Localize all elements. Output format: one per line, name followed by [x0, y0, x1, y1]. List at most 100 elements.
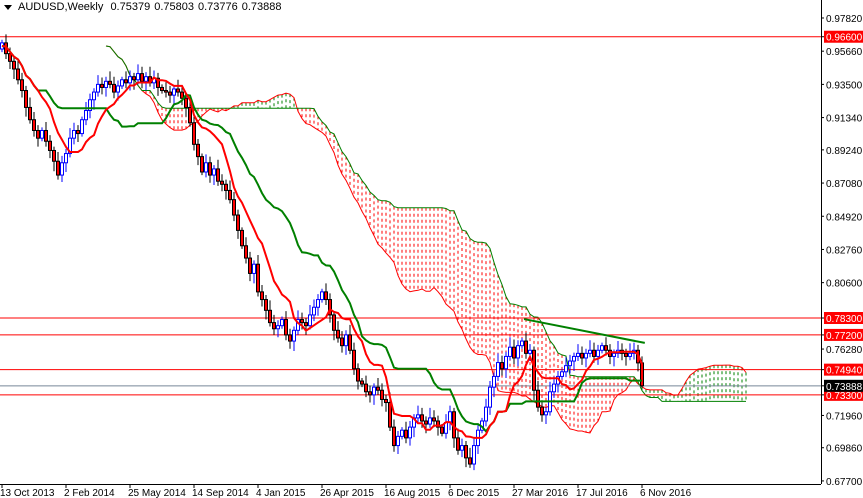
candle-body — [252, 263, 256, 274]
price-label-text: 0.76280 — [826, 345, 863, 356]
bear-candle — [36, 125, 40, 147]
bull-candle — [400, 427, 404, 440]
candle-body — [164, 90, 168, 93]
candle-body — [176, 88, 180, 93]
candle-body — [500, 362, 504, 370]
candle-body — [184, 97, 188, 108]
bear-candle — [332, 311, 336, 341]
collapse-triangle-icon[interactable] — [4, 4, 12, 10]
bear-candle — [380, 383, 384, 407]
bull-candle — [104, 76, 108, 97]
bull-candle — [64, 148, 68, 172]
time-axis-label: 4 Jan 2015 — [256, 488, 306, 498]
candle-body — [140, 73, 144, 82]
price-label-text: 0.95660 — [826, 47, 863, 58]
time-axis-label: 26 Apr 2015 — [320, 488, 374, 498]
kijun-sen-line — [1, 45, 642, 434]
bull-candle — [428, 407, 432, 428]
candle-body — [344, 334, 348, 347]
candle-body — [300, 319, 304, 324]
candle-body — [12, 60, 16, 70]
bear-candle — [532, 346, 536, 401]
bull-candle — [596, 344, 600, 365]
candle-body — [40, 129, 44, 139]
bull-candle — [448, 405, 452, 431]
bear-candle — [200, 153, 204, 176]
bear-candle — [500, 355, 504, 376]
candle-body — [32, 119, 36, 131]
candle-body — [540, 406, 544, 416]
bear-candle — [384, 394, 388, 412]
price-chart[interactable]: 0.97820 0.95660 0.93500 0.91340 0.89240 0.870… — [0, 0, 863, 498]
bear-candle — [168, 85, 172, 103]
candle-body — [52, 149, 56, 162]
candle-body — [36, 129, 40, 139]
candle-body — [376, 386, 380, 391]
bull-candle — [212, 165, 216, 186]
candle-body — [200, 156, 204, 173]
bear-candle — [208, 156, 212, 183]
candle-body — [312, 306, 316, 316]
bull-candle — [572, 352, 576, 372]
candle-body — [240, 229, 244, 247]
bull-candle — [460, 438, 464, 458]
candle-body — [116, 85, 120, 93]
candle-body — [316, 299, 320, 308]
bear-candle — [164, 82, 168, 98]
bull-candle — [88, 93, 92, 119]
candle-body — [248, 257, 252, 274]
candle-body — [580, 352, 584, 359]
candle-body — [440, 426, 444, 434]
candle-body — [524, 340, 528, 354]
price-axis-label: 0.97820 — [821, 14, 863, 25]
candle-body — [432, 417, 436, 422]
candle-body — [416, 414, 420, 419]
bear-candle — [52, 146, 56, 172]
bear-candle — [32, 112, 36, 137]
candle-body — [460, 445, 464, 451]
bear-candle — [44, 122, 48, 147]
bear-candle — [156, 72, 160, 96]
candle-body — [464, 445, 468, 459]
candle-body — [276, 325, 280, 330]
candle-body — [288, 334, 292, 342]
candle-body — [564, 365, 568, 373]
candle-body — [84, 110, 88, 121]
candle-body — [208, 162, 212, 176]
bull-candle — [252, 260, 256, 284]
bear-candle — [404, 421, 408, 444]
bear-candle — [608, 344, 612, 365]
candle-body — [392, 426, 396, 447]
price-label-text: 0.80600 — [826, 279, 863, 290]
candle-body — [560, 371, 564, 377]
candle-body — [292, 329, 296, 342]
candle-body — [128, 76, 132, 84]
bear-candle — [376, 377, 380, 395]
price-axis-label: 0.84920 — [821, 212, 863, 223]
bear-candle — [364, 375, 368, 398]
candle-body — [136, 73, 140, 81]
bull-candle — [84, 102, 88, 126]
price-axis-label: 0.71960 — [821, 411, 863, 422]
bear-candle — [524, 332, 528, 359]
bear-candle — [140, 66, 144, 89]
price-axis-label: 0.87080 — [821, 179, 863, 190]
candle-body — [512, 346, 516, 359]
candle-body — [108, 80, 112, 85]
bull-candle — [576, 344, 580, 362]
candle-body — [144, 76, 148, 82]
bear-candle — [304, 318, 308, 335]
bear-candle — [12, 57, 16, 80]
price-axis-label: 0.67700 — [821, 477, 863, 488]
price-axis-label: 0.82760 — [821, 245, 863, 256]
candle-body — [20, 79, 24, 92]
bear-candle — [48, 135, 52, 159]
candle-body — [260, 291, 264, 301]
bull-candle — [396, 430, 400, 455]
price-axis-label: 0.69860 — [821, 444, 863, 455]
candle-body — [212, 168, 216, 176]
candle-body — [588, 349, 592, 354]
candle-body — [424, 420, 428, 425]
candle-body — [284, 319, 288, 336]
bear-candle — [244, 237, 248, 264]
